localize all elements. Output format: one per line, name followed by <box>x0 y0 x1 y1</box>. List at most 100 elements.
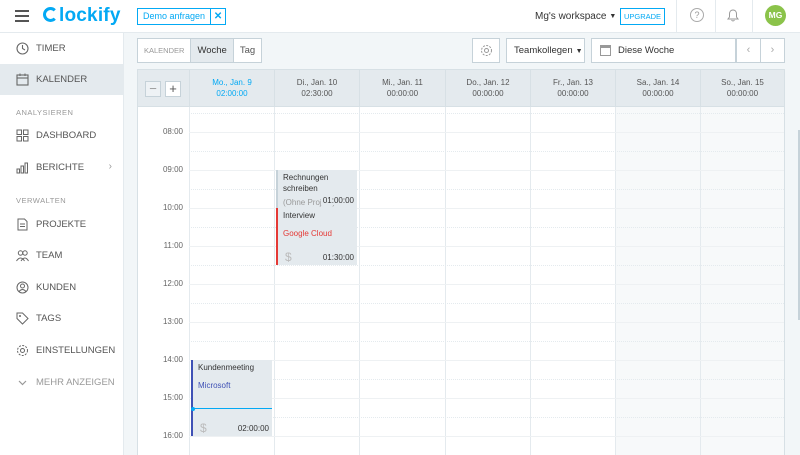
time-entry-event[interactable]: Interview Google Cloud $ 01:30:00 <box>276 208 357 265</box>
day-header[interactable]: Mi., Jan. 11 00:00:00 <box>359 70 445 106</box>
sidebar: TIMER KALENDER ANALYSIEREN DASHBOARD BER… <box>0 33 124 455</box>
day-header[interactable]: Sa., Jan. 14 00:00:00 <box>615 70 700 106</box>
view-tabs: KALENDER Woche Tag <box>137 38 263 63</box>
grid-line <box>530 107 531 455</box>
chevron-right-icon: › <box>108 161 112 172</box>
day-header[interactable]: Do., Jan. 12 00:00:00 <box>445 70 530 106</box>
tab-week[interactable]: Woche <box>191 39 234 62</box>
day-total: 00:00:00 <box>386 89 419 98</box>
event-duration: 01:00:00 <box>320 196 354 205</box>
calendar-grid[interactable]: 08:00 09:00 10:00 11:00 12:00 13:00 14:0… <box>137 107 785 455</box>
current-time-dot <box>191 406 195 411</box>
gear-icon <box>481 45 492 56</box>
grid-line <box>189 265 784 266</box>
grid-line <box>189 398 784 399</box>
event-title: Rechnungen schreiben <box>283 173 329 193</box>
sidebar-item-dashboard[interactable]: DASHBOARD <box>0 120 124 151</box>
sidebar-item-calendar[interactable]: KALENDER <box>0 64 124 95</box>
date-range-picker[interactable]: Diese Woche <box>591 38 736 63</box>
day-total: 02:30:00 <box>301 89 333 98</box>
sidebar-item-label: DASHBOARD <box>36 130 97 141</box>
workspace-selector[interactable]: Mg's workspace ▼ <box>535 11 616 22</box>
day-header[interactable]: Mo., Jan. 9 02:00:00 <box>189 70 274 106</box>
grid-line <box>189 284 784 285</box>
day-name: So., Jan. 15 <box>721 78 764 87</box>
sidebar-item-projects[interactable]: PROJEKTE <box>0 209 124 240</box>
day-total: 02:00:00 <box>216 89 248 98</box>
calendar-settings-button[interactable] <box>472 38 500 63</box>
billable-dollar-icon[interactable]: $ <box>285 250 292 264</box>
event-title: Kundenmeeting <box>198 363 255 372</box>
event-project: Google Cloud <box>283 229 332 238</box>
logo[interactable]: lockify <box>43 5 121 27</box>
sidebar-item-label: KUNDEN <box>36 282 77 293</box>
weekend-column <box>700 107 784 455</box>
help-icon[interactable]: ? <box>690 8 704 22</box>
grid-line <box>189 151 784 152</box>
event-duration: 02:00:00 <box>237 424 269 433</box>
caret-down-icon: ▼ <box>575 48 583 55</box>
menu-icon[interactable] <box>15 10 29 22</box>
clients-icon <box>16 281 29 294</box>
divider <box>715 0 716 33</box>
sidebar-item-team[interactable]: TEAM <box>0 240 124 271</box>
dashboard-icon <box>16 129 29 142</box>
zoom-out-button[interactable]: − <box>145 81 161 97</box>
demo-request-label[interactable]: Demo anfragen <box>138 9 210 24</box>
time-entry-event[interactable]: Rechnungen schreiben (Ohne Projekt) 01:0… <box>276 170 357 208</box>
avatar[interactable]: MG <box>765 5 786 26</box>
day-header[interactable]: So., Jan. 15 00:00:00 <box>700 70 784 106</box>
bell-icon[interactable] <box>727 9 739 22</box>
close-icon[interactable]: ✕ <box>210 9 225 24</box>
section-label-analyze: ANALYSIEREN <box>16 108 74 117</box>
sidebar-item-reports[interactable]: BERICHTE › <box>0 152 124 183</box>
teammates-dropdown[interactable]: Teamkollegen ▼ <box>506 38 585 63</box>
show-more-button[interactable]: MEHR ANZEIGEN <box>0 367 124 398</box>
grid-line <box>189 360 784 361</box>
workspace-name: Mg's workspace <box>535 11 607 22</box>
grid-line <box>189 322 784 323</box>
sidebar-item-clients[interactable]: KUNDEN <box>0 272 124 303</box>
grid-line <box>189 341 784 342</box>
hour-label: 16:00 <box>162 431 183 440</box>
sidebar-item-label: BERICHTE <box>36 162 85 173</box>
sidebar-item-settings[interactable]: EINSTELLUNGEN <box>0 335 124 366</box>
upgrade-button[interactable]: UPGRADE <box>620 8 665 25</box>
caret-down-icon: ▼ <box>609 13 617 20</box>
time-entry-event[interactable]: Kundenmeeting Microsoft $ 02:00:00 <box>191 360 272 436</box>
hour-label: 09:00 <box>162 165 183 174</box>
zoom-in-button[interactable]: + <box>165 81 181 97</box>
next-week-button[interactable]: › <box>760 38 785 63</box>
grid-line <box>189 417 784 418</box>
event-title: Interview <box>283 211 316 220</box>
settings-icon <box>17 345 28 356</box>
demo-request-banner[interactable]: Demo anfragen ✕ <box>137 8 227 25</box>
tab-day[interactable]: Tag <box>234 39 261 62</box>
grid-line <box>615 107 616 455</box>
day-name: Mi., Jan. 11 <box>382 78 423 87</box>
day-name: Mo., Jan. 9 <box>212 78 252 87</box>
reports-icon <box>16 162 28 174</box>
weekend-column <box>615 107 700 455</box>
grid-line <box>189 303 784 304</box>
day-total: 00:00:00 <box>642 89 674 98</box>
tab-calendar[interactable]: KALENDER <box>138 39 192 62</box>
sidebar-item-label: PROJEKTE <box>36 219 87 230</box>
day-total: 00:00:00 <box>472 89 504 98</box>
show-more-label: MEHR ANZEIGEN <box>36 377 115 388</box>
grid-line <box>189 436 784 437</box>
projects-icon <box>17 218 28 231</box>
chevron-down-icon <box>18 380 27 386</box>
clock-icon <box>16 42 29 55</box>
sidebar-item-timer[interactable]: TIMER <box>0 33 124 64</box>
sidebar-item-tags[interactable]: TAGS <box>0 303 124 334</box>
previous-week-button[interactable]: ‹ <box>736 38 761 63</box>
day-header[interactable]: Fr., Jan. 13 00:00:00 <box>530 70 615 106</box>
sidebar-item-label: TEAM <box>36 250 63 261</box>
day-header[interactable]: Di., Jan. 10 02:30:00 <box>274 70 359 106</box>
billable-dollar-icon[interactable]: $ <box>200 421 207 435</box>
hour-label: 13:00 <box>162 317 183 326</box>
calendar-header: − + Mo., Jan. 9 02:00:00 Di., Jan. 10 02… <box>137 69 785 107</box>
hour-label: 10:00 <box>162 203 183 212</box>
teammates-label: Teamkollegen <box>514 45 573 56</box>
